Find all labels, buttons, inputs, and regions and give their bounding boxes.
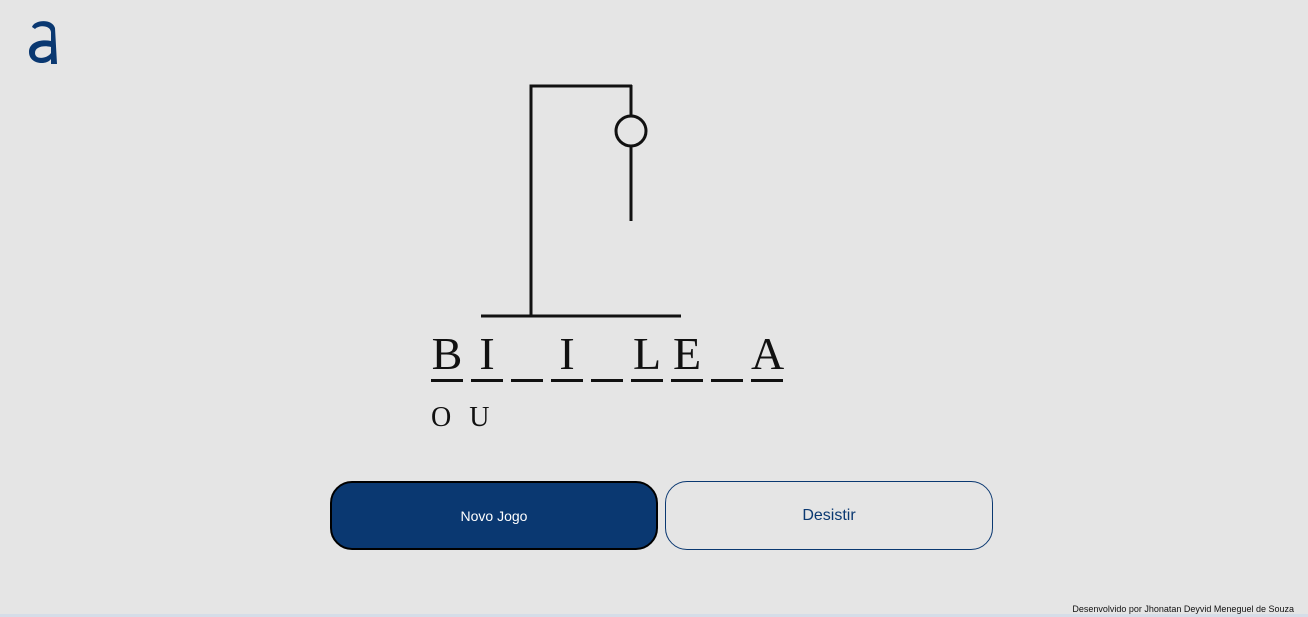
new-game-button[interactable]: Novo Jogo	[330, 481, 658, 550]
letter: I	[479, 328, 495, 379]
hangman-head	[614, 114, 648, 148]
alura-logo-icon	[29, 21, 57, 64]
letter-slot	[511, 328, 551, 382]
give-up-label: Desistir	[802, 506, 856, 524]
letter: A	[751, 328, 785, 379]
word-display: B I I L E A	[431, 328, 791, 384]
new-game-label: Novo Jogo	[460, 507, 528, 524]
letter-slot: L	[631, 328, 671, 382]
letter-slot	[711, 328, 751, 382]
letter-slot: I	[551, 328, 591, 382]
letter: B	[431, 328, 463, 379]
letter-slot: B	[431, 328, 471, 382]
letter: E	[672, 328, 702, 379]
wrong-letter: U	[469, 402, 490, 433]
letter: I	[559, 328, 575, 379]
letter-slot: I	[471, 328, 511, 382]
give-up-button[interactable]: Desistir	[665, 481, 993, 550]
letter-slot	[591, 328, 631, 382]
wrong-letter: O	[431, 402, 452, 433]
hangman-drawing	[481, 84, 681, 318]
footer-credit: Desenvolvido por Jhonatan Deyvid Menegue…	[1072, 604, 1294, 614]
letter-slot: A	[751, 328, 791, 382]
letter-slot: E	[671, 328, 711, 382]
letter: L	[632, 328, 662, 379]
wrong-letters: O U	[431, 402, 489, 434]
